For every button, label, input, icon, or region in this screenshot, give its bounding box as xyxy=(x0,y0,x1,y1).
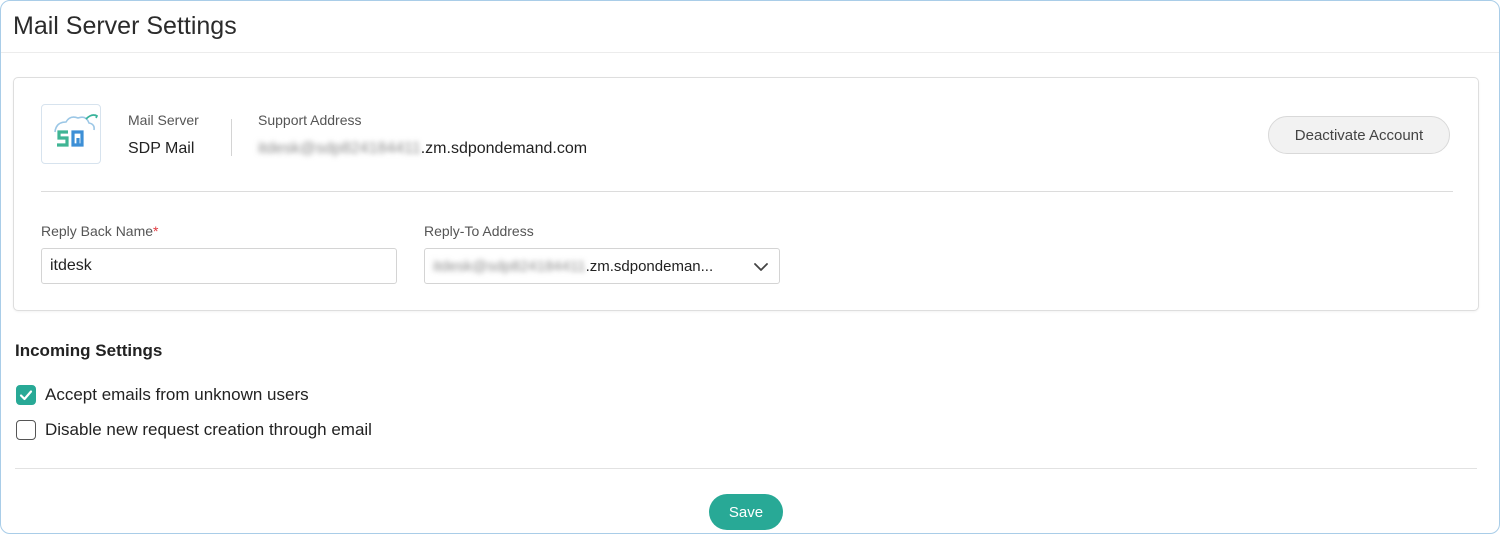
reply-back-name-label: Reply Back Name* xyxy=(41,223,159,239)
support-address-redacted: itdesk@sdp824184411 xyxy=(258,140,421,157)
incoming-settings-heading: Incoming Settings xyxy=(15,341,163,360)
sdp-mail-cloud-logo-icon xyxy=(54,114,99,147)
accept-unknown-users-label: Accept emails from unknown users xyxy=(45,385,309,404)
support-address-label: Support Address xyxy=(258,112,362,128)
reply-to-address-label: Reply-To Address xyxy=(424,223,534,239)
field-divider xyxy=(231,119,232,156)
required-marker: * xyxy=(153,223,159,239)
reply-to-address-select[interactable]: itdesk@sdp824184411 .zm.sdpondeman... xyxy=(424,248,780,284)
support-address-value: itdesk@sdp824184411.zm.sdpondemand.com xyxy=(258,140,587,158)
save-button[interactable]: Save xyxy=(709,494,783,530)
settings-panel: Mail Server Settings Mail Server SDP Mai… xyxy=(0,0,1500,534)
mail-account-card: Mail Server SDP Mail Support Address itd… xyxy=(13,77,1479,311)
checkmark-icon xyxy=(19,390,33,401)
reply-to-address-domain: .zm.sdpondeman... xyxy=(585,257,714,275)
mail-server-label: Mail Server xyxy=(128,112,199,128)
page-title: Mail Server Settings xyxy=(13,12,237,40)
disable-request-creation-label: Disable new request creation through ema… xyxy=(45,420,372,439)
disable-request-creation-option[interactable]: Disable new request creation through ema… xyxy=(16,420,372,440)
card-divider xyxy=(41,191,1453,192)
accept-unknown-users-option[interactable]: Accept emails from unknown users xyxy=(16,385,309,405)
support-address-domain: .zm.sdpondemand.com xyxy=(420,140,588,157)
mail-server-value: SDP Mail xyxy=(128,140,195,157)
disable-request-creation-checkbox[interactable] xyxy=(16,420,36,440)
reply-back-name-label-text: Reply Back Name xyxy=(41,223,154,239)
reply-to-address-redacted: itdesk@sdp824184411 xyxy=(433,257,586,275)
accept-unknown-users-checkbox[interactable] xyxy=(16,385,36,405)
title-divider xyxy=(1,52,1499,53)
footer-divider xyxy=(15,468,1477,469)
chevron-down-icon xyxy=(754,263,768,271)
deactivate-account-button[interactable]: Deactivate Account xyxy=(1268,116,1450,154)
mail-server-logo xyxy=(41,104,101,164)
reply-back-name-input[interactable] xyxy=(41,248,397,284)
